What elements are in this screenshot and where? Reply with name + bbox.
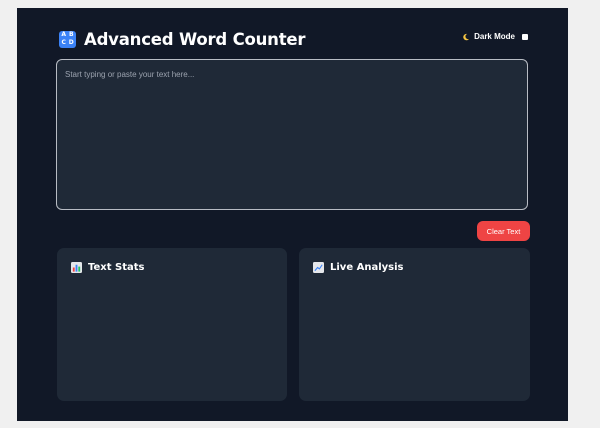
icon-letter-b: B (68, 31, 74, 39)
app-header: A B C D Advanced Word Counter (59, 29, 306, 49)
dark-mode-toggle[interactable]: Dark Mode (462, 32, 528, 41)
abcd-input-icon: A B C D (59, 30, 76, 48)
dark-mode-checkbox[interactable] (522, 33, 528, 40)
text-stats-title: Text Stats (88, 262, 145, 273)
icon-letter-a: A (61, 31, 67, 39)
dark-mode-label: Dark Mode (474, 32, 515, 41)
icon-letter-c: C (61, 38, 66, 46)
live-analysis-panel: Live Analysis (299, 248, 530, 401)
clear-text-button[interactable]: Clear Text (477, 221, 530, 241)
icon-letter-d: D (68, 38, 74, 46)
moon-icon (463, 33, 470, 40)
live-analysis-header: Live Analysis (313, 262, 403, 273)
text-stats-header: Text Stats (71, 262, 144, 273)
text-stats-panel: Text Stats (57, 248, 287, 401)
page-title: Advanced Word Counter (84, 29, 306, 49)
word-counter-app: A B C D Advanced Word Counter Dark Mode … (17, 8, 568, 421)
live-analysis-title: Live Analysis (330, 262, 404, 273)
bar-chart-icon (71, 262, 82, 273)
text-input[interactable] (56, 59, 528, 210)
trending-chart-icon (313, 262, 324, 273)
